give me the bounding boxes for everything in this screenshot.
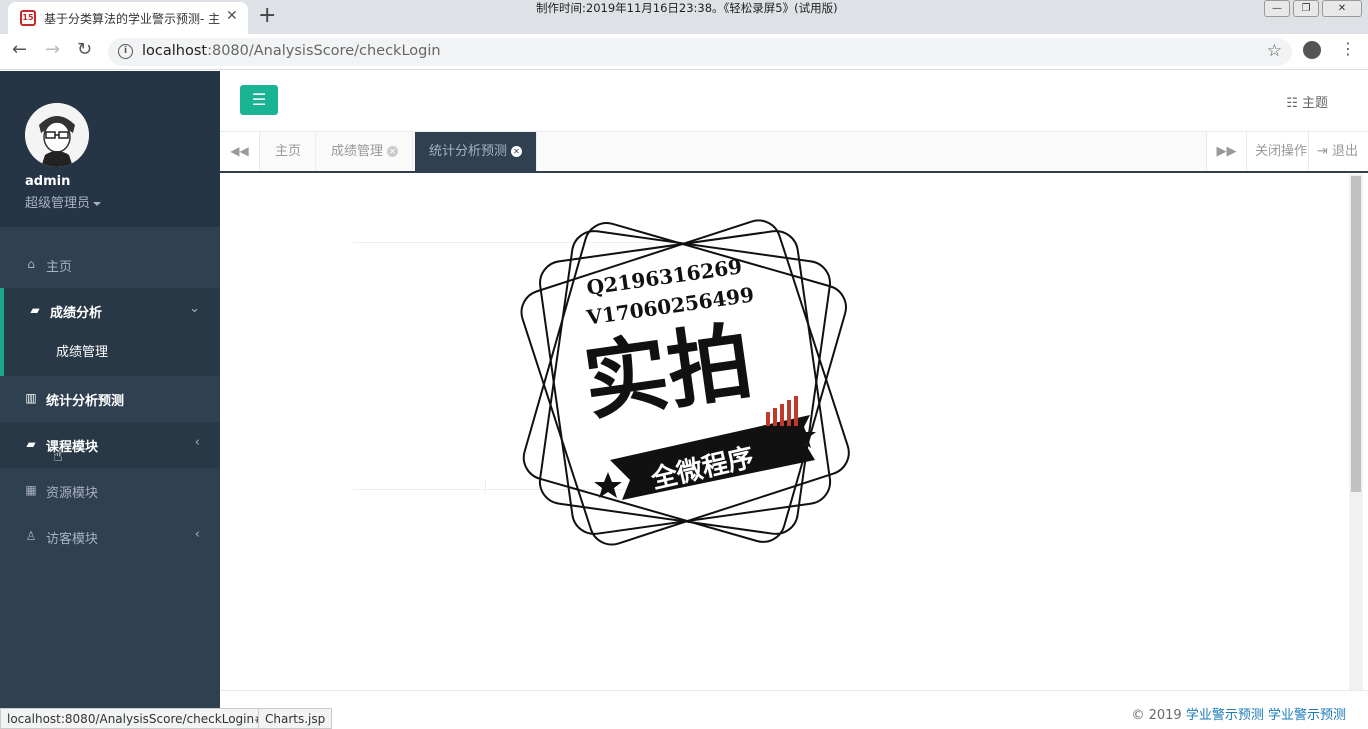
logout-icon: ⇥	[1317, 144, 1328, 159]
chevron-left-icon: ‹	[194, 435, 200, 450]
tab-label: 成绩管理	[331, 144, 384, 159]
recorder-watermark: 制作时间:2019年11月16日23:38。《轻松录屏5》(试用版)	[536, 1, 838, 15]
hamburger-icon: ☰	[251, 90, 267, 109]
home-icon: ⌂	[27, 257, 35, 271]
sidebar-item-home[interactable]: ⌂ 主页	[0, 242, 220, 288]
close-operations-label: 关闭操作	[1255, 144, 1308, 159]
profile-panel: admin 超级管理员	[0, 71, 220, 227]
window-controls: — ❐ ✕	[1264, 0, 1362, 17]
theme-label: 主题	[1301, 96, 1328, 111]
reload-icon[interactable]: ↻	[77, 39, 92, 60]
sidebar-subitem-score-management[interactable]: 成绩管理	[56, 341, 108, 360]
sidebar-item-visitors[interactable]: ♙ 访客模块 ‹	[0, 514, 220, 560]
status-bar-url: localhost:8080/AnalysisScore/checkLogin#	[0, 708, 272, 729]
back-arrow-icon[interactable]: ←	[12, 39, 27, 60]
copyright-text: © 2019	[1131, 708, 1182, 723]
watermark-stamp: Q2196316269 V17060256499 实拍 全微程序	[510, 210, 860, 555]
browser-tab-title: 基于分类算法的学业警示预测- 主	[44, 12, 220, 26]
tab-score-management[interactable]: 成绩管理 ✕	[317, 132, 414, 171]
role-dropdown[interactable]: 超级管理员	[25, 192, 102, 211]
footer-copyright: © 2019 学业警示预测 学业警示预测	[1131, 704, 1346, 723]
chevron-left-icon: ‹	[194, 527, 200, 542]
book-icon: ▰	[26, 437, 36, 451]
hand-cursor-icon: ☝	[53, 446, 63, 465]
scrollbar-thumb[interactable]	[1351, 176, 1361, 492]
url-host: localhost	[142, 43, 208, 59]
sidebar-item-label: 资源模块	[46, 486, 99, 501]
sidebar-item-score-analysis[interactable]: ▰ 成绩分析 ⌄	[0, 288, 220, 334]
tabs-scroll-left-button[interactable]: ◀◀	[220, 132, 260, 171]
sidebar-item-statistics[interactable]: ▥ 统计分析预测	[0, 376, 220, 422]
sidebar: admin 超级管理员 ⌂ 主页 ▰ 成绩分析 ⌄ 成绩管理 ▥ 统计分析预测 …	[0, 71, 220, 729]
table-icon: ▦	[25, 483, 37, 497]
browser-toolbar: ← → ↻ i localhost:8080/AnalysisScore/che…	[0, 34, 1368, 70]
avatar-illustration-icon	[25, 103, 89, 167]
tab-label: 统计分析预测	[429, 144, 508, 159]
tab-label: 主页	[275, 144, 302, 159]
sidebar-item-label: 成绩分析	[50, 306, 103, 321]
content-scrollbar[interactable]	[1349, 174, 1363, 690]
url-path: :8080/AnalysisScore/checkLogin	[207, 43, 441, 59]
tab-home[interactable]: 主页	[261, 132, 317, 171]
menu-toggle-button[interactable]: ☰	[240, 85, 278, 115]
sidebar-item-label: 访客模块	[46, 532, 99, 547]
browser-tab[interactable]: 15 基于分类算法的学业警示预测- 主 ✕	[8, 2, 248, 34]
footer-link[interactable]: 学业警示预测	[1186, 708, 1264, 723]
role-label: 超级管理员	[25, 196, 91, 211]
url-text: localhost:8080/AnalysisScore/checkLogin	[142, 43, 441, 59]
logout-button[interactable]: ⇥ 退出	[1308, 132, 1368, 171]
browser-tabstrip: 15 基于分类算法的学业警示预测- 主 ✕ + 制作时间:2019年11月16日…	[0, 0, 1368, 34]
username: admin	[25, 174, 71, 189]
double-chevron-right-icon: ▶▶	[1216, 144, 1237, 159]
logout-label: 退出	[1332, 144, 1359, 159]
close-icon[interactable]: ✕	[226, 8, 238, 24]
sidebar-item-label: 统计分析预测	[46, 394, 125, 409]
theme-icon: ☷	[1286, 96, 1298, 111]
info-icon[interactable]: i	[118, 44, 133, 59]
minimize-button[interactable]: —	[1264, 0, 1290, 17]
status-bar-page: Charts.jsp	[258, 708, 333, 729]
tab-close-icon[interactable]: ✕	[511, 146, 523, 157]
book-icon: ▰	[30, 303, 40, 317]
user-icon: ♙	[25, 529, 37, 543]
tabs-scroll-right-button[interactable]: ▶▶	[1206, 132, 1246, 171]
top-navbar: ☰ ☷ 主题	[220, 71, 1368, 132]
chart-tick	[485, 479, 486, 493]
address-bar[interactable]: i localhost:8080/AnalysisScore/checkLogi…	[108, 38, 1292, 66]
footer: © 2019 学业警示预测 学业警示预测	[220, 690, 1368, 729]
plus-icon[interactable]: +	[258, 3, 276, 28]
sidebar-item-courses[interactable]: ▰ 课程模块 ‹	[0, 422, 220, 468]
account-icon[interactable]	[1303, 41, 1321, 59]
tab-statistics[interactable]: 统计分析预测 ✕	[415, 132, 538, 171]
avatar[interactable]	[25, 103, 89, 167]
bar-chart-icon: ▥	[25, 391, 37, 405]
kebab-menu-icon[interactable]: ⋮	[1340, 39, 1356, 58]
sidebar-item-label: 主页	[46, 260, 73, 275]
forward-arrow-icon[interactable]: →	[45, 39, 60, 60]
double-chevron-left-icon: ◀◀	[230, 144, 249, 158]
footer-link[interactable]: 学业警示预测	[1268, 708, 1346, 723]
page-tabbar: ◀◀ 主页 成绩管理 ✕ 统计分析预测 ✕ ▶▶ 关闭操作 ⇥ 退出	[220, 132, 1368, 173]
chevron-down-icon: ⌄	[189, 301, 200, 316]
calendar-icon: 15	[20, 10, 36, 26]
window-close-button[interactable]: ✕	[1322, 0, 1362, 17]
sidebar-item-resources[interactable]: ▦ 资源模块	[0, 468, 220, 514]
caret-down-icon	[93, 201, 102, 206]
theme-button[interactable]: ☷ 主题	[1286, 92, 1328, 111]
tab-close-icon[interactable]: ✕	[387, 146, 399, 157]
star-icon[interactable]: ☆	[1267, 41, 1282, 61]
restore-button[interactable]: ❐	[1293, 0, 1319, 17]
